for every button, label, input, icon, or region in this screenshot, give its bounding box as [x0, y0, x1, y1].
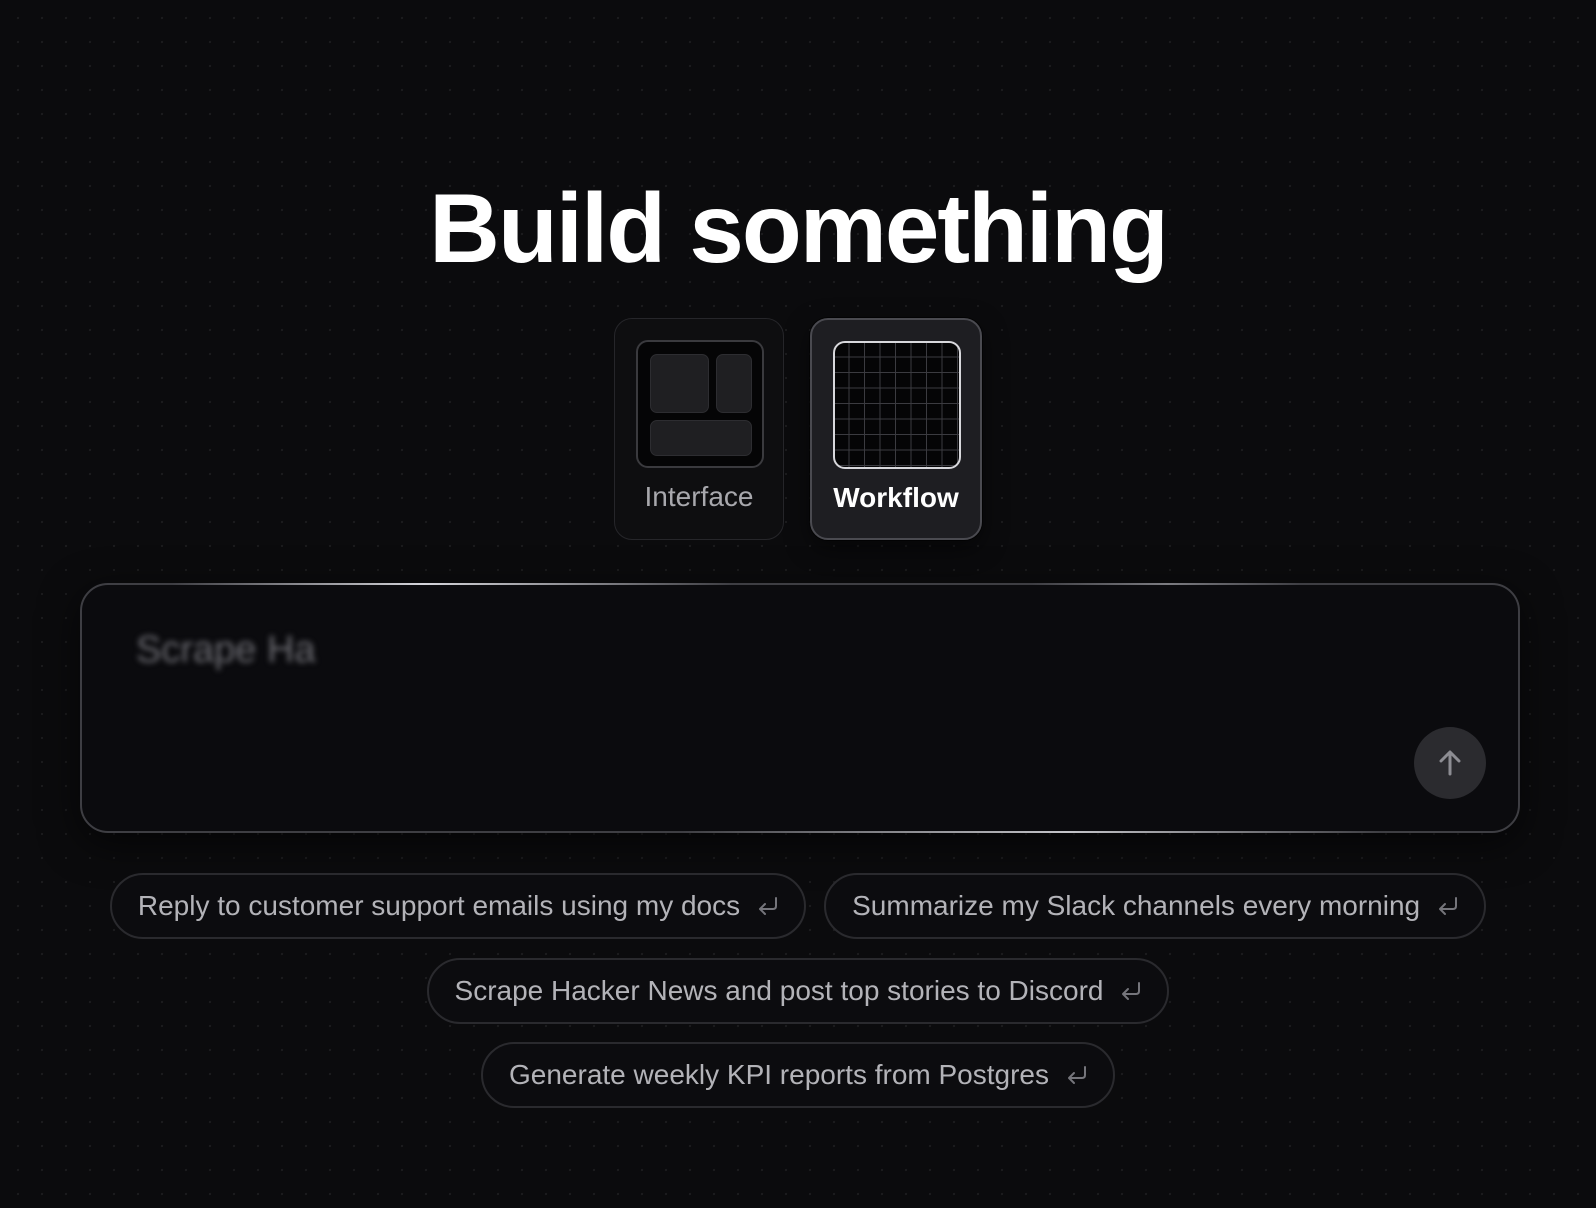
mode-option-workflow[interactable]: Workflow [810, 318, 982, 540]
suggestion-label: Generate weekly KPI reports from Postgre… [509, 1059, 1049, 1090]
layout-icon [636, 340, 764, 468]
suggestion-label: Reply to customer support emails using m… [137, 890, 741, 921]
mode-option-interface[interactable]: Interface [614, 318, 784, 540]
glow-line [682, 831, 1382, 833]
enter-icon [756, 895, 780, 917]
mode-label-workflow: Workflow [833, 482, 959, 513]
glow-line [172, 583, 732, 585]
suggestion-chip[interactable]: Reply to customer support emails using m… [109, 873, 807, 939]
arrow-up-icon [1434, 747, 1466, 779]
suggestion-label: Scrape Hacker News and post top stories … [454, 975, 1104, 1006]
send-button[interactable] [1414, 727, 1486, 799]
suggestion-chip[interactable]: Scrape Hacker News and post top stories … [426, 958, 1170, 1024]
enter-icon [1065, 1064, 1089, 1086]
suggestion-chip[interactable]: Generate weekly KPI reports from Postgre… [481, 1042, 1115, 1108]
grid-icon [833, 341, 961, 469]
glow-line [1032, 583, 1302, 585]
suggestion-row: Generate weekly KPI reports from Postgre… [0, 1042, 1596, 1108]
enter-icon [1119, 980, 1143, 1002]
mode-label-interface: Interface [644, 481, 754, 512]
enter-icon [1436, 895, 1460, 917]
page-title: Build something [429, 173, 1169, 283]
suggestion-label: Summarize my Slack channels every mornin… [852, 890, 1421, 921]
suggestion-chip[interactable]: Summarize my Slack channels every mornin… [824, 873, 1487, 939]
mode-toggle: Interface Workflow [614, 318, 984, 542]
suggestion-row: Scrape Hacker News and post top stories … [0, 958, 1596, 1024]
suggestion-row: Reply to customer support emails using m… [0, 873, 1596, 939]
prompt-box [80, 583, 1520, 833]
page: Build something Interface Workflow Scrap… [0, 0, 1596, 1208]
prompt-input[interactable] [136, 625, 1336, 675]
